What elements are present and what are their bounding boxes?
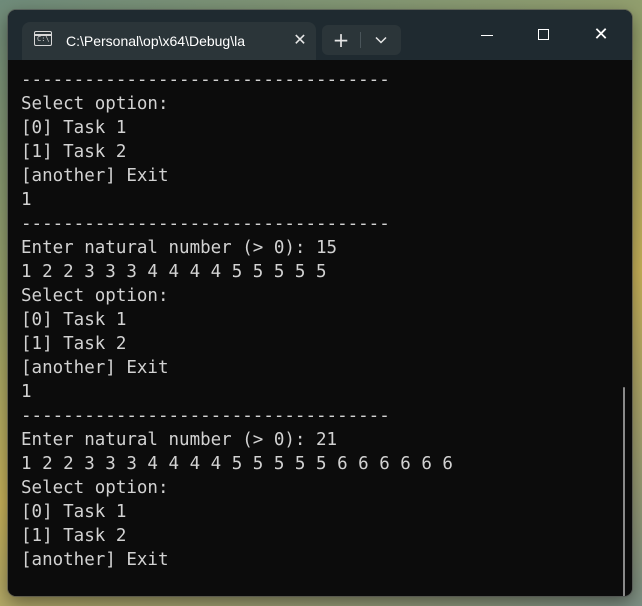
- tab-dropdown-button[interactable]: [361, 25, 401, 55]
- console-line: Enter natural number (> 0): 15: [21, 238, 338, 258]
- console-line: [0] Task 1: [21, 310, 127, 330]
- console-line: -----------------------------------: [21, 406, 390, 426]
- console-line: [0] Task 1: [21, 118, 127, 138]
- new-tab-group: +: [322, 25, 401, 55]
- console-line: Select option:: [21, 478, 169, 498]
- console-line: Select option:: [21, 94, 169, 114]
- tab-console[interactable]: C:\ C:\Personal\op\x64\Debug\la ✕: [22, 22, 316, 60]
- tab-close-icon[interactable]: ✕: [290, 30, 310, 50]
- minimize-button[interactable]: [464, 18, 510, 52]
- minimize-icon: [481, 35, 493, 36]
- console-line: 1: [21, 382, 32, 402]
- console-line: 1 2 2 3 3 3 4 4 4 4 5 5 5 5 5: [21, 262, 327, 282]
- close-icon: ✕: [593, 24, 609, 45]
- console-line: 1: [21, 190, 32, 210]
- console-line: [1] Task 2: [21, 526, 127, 546]
- console-line: -----------------------------------: [21, 214, 390, 234]
- console-line: [0] Task 1: [21, 502, 127, 522]
- terminal-window: C:\ C:\Personal\op\x64\Debug\la ✕ + ✕ --: [8, 10, 632, 596]
- console-line: [1] Task 2: [21, 142, 127, 162]
- new-tab-button[interactable]: +: [322, 25, 360, 55]
- chevron-down-icon: [375, 36, 387, 44]
- console-line: [another] Exit: [21, 550, 169, 570]
- console-line: 1 2 2 3 3 3 4 4 4 4 5 5 5 5 5 6 6 6 6 6 …: [21, 454, 453, 474]
- console-line: -----------------------------------: [21, 70, 390, 90]
- maximize-button[interactable]: [521, 18, 567, 52]
- title-bar[interactable]: C:\ C:\Personal\op\x64\Debug\la ✕ + ✕: [8, 10, 632, 60]
- console-icon: C:\: [34, 31, 52, 46]
- maximize-icon: [538, 29, 549, 40]
- console-output[interactable]: ----------------------------------- Sele…: [8, 60, 632, 596]
- console-line: Select option:: [21, 286, 169, 306]
- console-line: [another] Exit: [21, 358, 169, 378]
- console-lines: ----------------------------------- Sele…: [21, 68, 453, 572]
- close-window-button[interactable]: ✕: [578, 18, 624, 52]
- console-line: [1] Task 2: [21, 334, 127, 354]
- tab-title: C:\Personal\op\x64\Debug\la: [66, 33, 245, 49]
- console-line: [another] Exit: [21, 166, 169, 186]
- vertical-scrollbar[interactable]: [623, 387, 625, 596]
- console-line: Enter natural number (> 0): 21: [21, 430, 338, 450]
